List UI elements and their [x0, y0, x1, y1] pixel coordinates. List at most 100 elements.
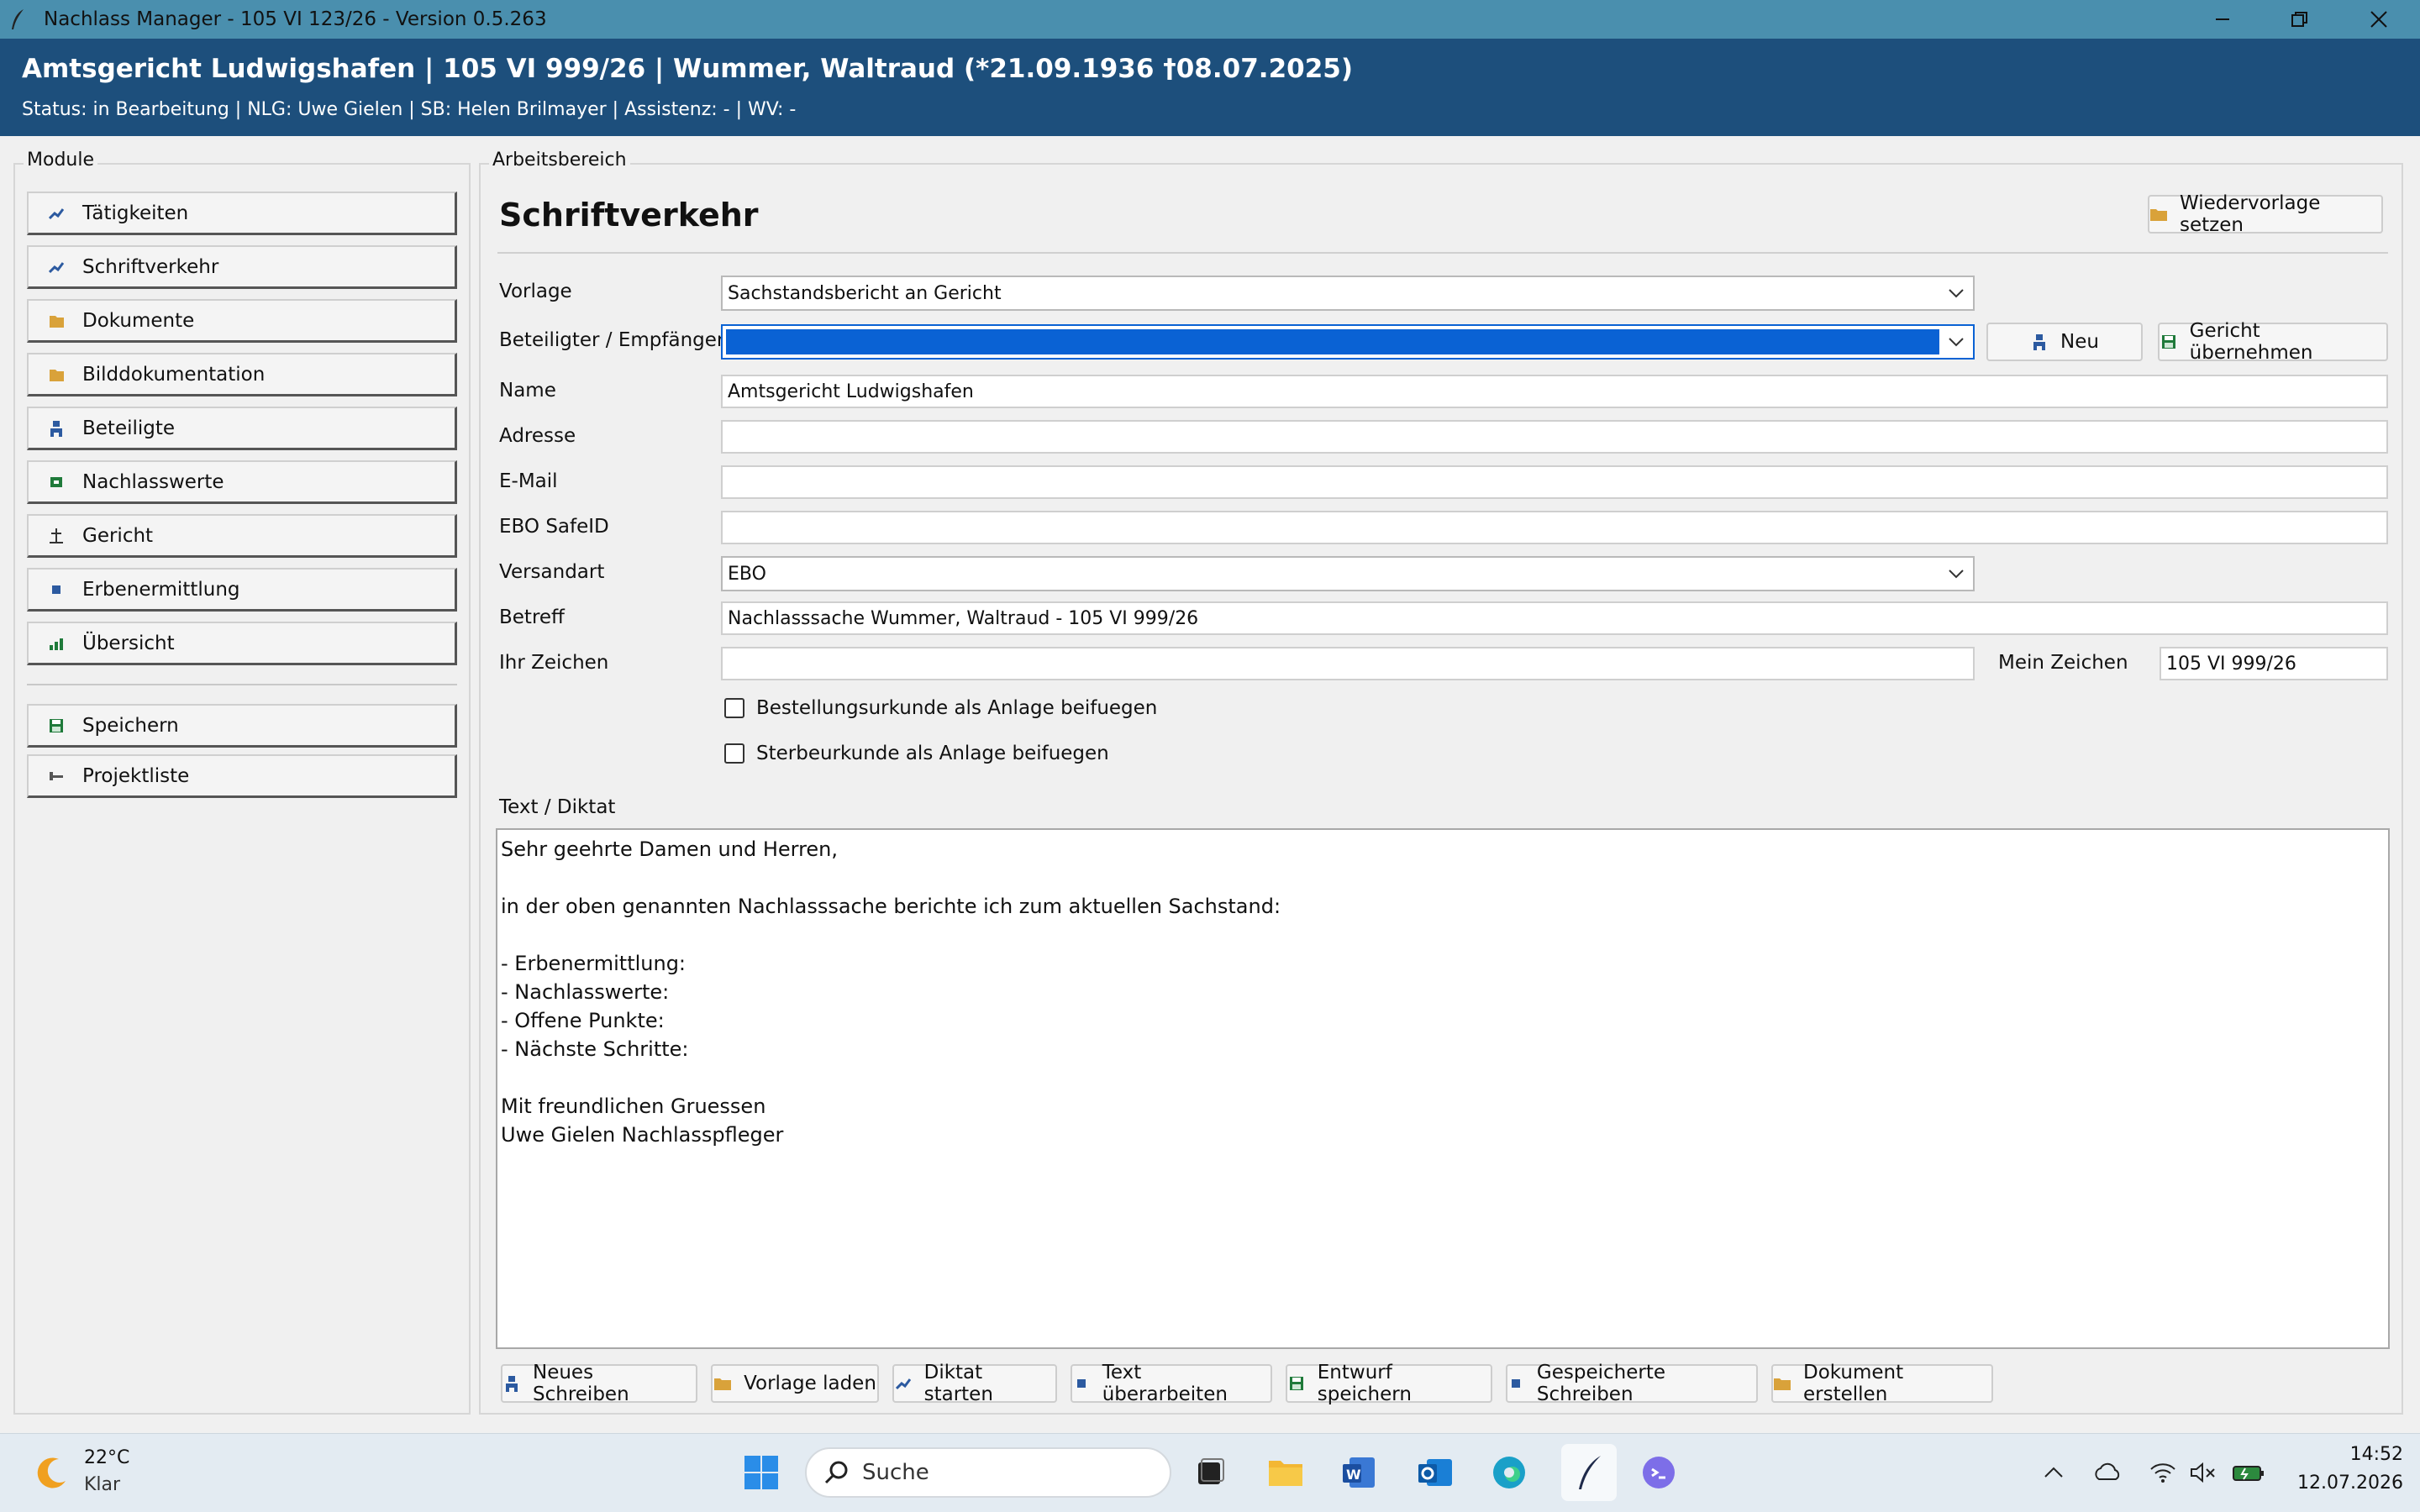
gespeicherte-schreiben-button[interactable]: Gespeicherte Schreiben [1506, 1362, 1758, 1405]
name-field[interactable]: Amtsgericht Ludwigshafen [721, 375, 2388, 408]
sidebar-item-label: Übersicht [82, 632, 175, 654]
checkbox-box[interactable] [724, 698, 744, 718]
title-divider [497, 252, 2388, 254]
bar-chart-icon [49, 636, 64, 651]
task-view-icon[interactable] [1190, 1452, 1230, 1493]
checkbox-box[interactable] [724, 743, 744, 764]
sidebar-item-erbenermittlung[interactable]: Erbenermittlung [27, 568, 457, 612]
entwurf-speichern-button[interactable]: Entwurf speichern [1286, 1362, 1492, 1405]
clock-time[interactable]: 14:52 [2302, 1444, 2403, 1465]
vorlage-laden-button[interactable]: Vorlage laden [711, 1364, 879, 1403]
sidebar-item-taetigkeiten[interactable]: Tätigkeiten [27, 192, 457, 235]
text-line: Mit freundlichen Gruessen [501, 1095, 766, 1118]
gericht-uebernehmen-button[interactable]: Gericht übernehmen [2158, 320, 2388, 364]
wiedervorlage-label: Wiedervorlage setzen [2180, 192, 2321, 236]
neues-schreiben-button[interactable]: Neues Schreiben [501, 1362, 697, 1405]
sidebar-item-uebersicht[interactable]: Übersicht [27, 622, 457, 665]
minimize-button[interactable] [2185, 0, 2260, 39]
maximize-button[interactable] [2262, 0, 2338, 39]
chevron-down-icon [1939, 558, 1973, 590]
restore-icon [2291, 12, 2307, 27]
folder-icon [1773, 1374, 1791, 1393]
text-line [501, 921, 2385, 949]
weather-temp[interactable]: 22°C [84, 1447, 129, 1468]
diktat-starten-button[interactable]: Diktat starten [892, 1362, 1057, 1405]
neu-button[interactable]: Neu [1986, 323, 2143, 361]
email-field[interactable] [721, 465, 2388, 499]
windows-start-icon[interactable] [741, 1452, 781, 1493]
empfaenger-selection [726, 329, 1939, 354]
wifi-icon[interactable] [2148, 1457, 2178, 1488]
sidebar-item-label: Tätigkeiten [82, 202, 189, 224]
text-ueberarbeiten-button[interactable]: Text überarbeiten [1071, 1362, 1272, 1405]
file-explorer-icon[interactable] [1265, 1452, 1306, 1493]
folder-icon [2149, 205, 2168, 223]
bestellungsurkunde-checkbox[interactable]: Bestellungsurkunde als Anlage beifuegen [724, 697, 1157, 719]
dokument-erstellen-button[interactable]: Dokument erstellen [1771, 1362, 1993, 1405]
mein-zeichen-field[interactable]: 105 VI 999/26 [2160, 647, 2388, 680]
sidebar-item-label: Schriftverkehr [82, 255, 219, 278]
anchor-icon [49, 528, 64, 543]
checkbox-label: Sterbeurkunde als Anlage beifuegen [756, 743, 1109, 764]
taskbar: 22°C Klar Suche W 14:52 12.07.2026 [0, 1433, 2420, 1512]
adresse-field[interactable] [721, 420, 2388, 454]
betreff-field[interactable]: Nachlasssache Wummer, Waltraud - 105 VI … [721, 601, 2388, 635]
taskbar-search[interactable]: Suche [805, 1447, 1171, 1498]
versandart-value: EBO [728, 563, 766, 585]
sidebar-item-schriftverkehr[interactable]: Schriftverkehr [27, 245, 457, 289]
close-icon [2370, 11, 2387, 28]
square-icon [1507, 1374, 1525, 1393]
moon-icon[interactable] [32, 1452, 72, 1493]
versandart-select[interactable]: EBO [721, 556, 1975, 591]
word-icon[interactable]: W [1339, 1452, 1380, 1493]
vorlage-select[interactable]: Sachstandsbericht an Gericht [721, 276, 1975, 311]
app-chat-icon[interactable] [1639, 1452, 1679, 1493]
save-button[interactable]: Speichern [27, 704, 457, 748]
sidebar-item-beteiligte[interactable]: Beteiligte [27, 407, 457, 450]
text-line: Uwe Gielen Nachlasspfleger [501, 1123, 784, 1147]
chart-line-icon [894, 1374, 913, 1393]
safeid-field[interactable] [721, 511, 2388, 544]
wiedervorlage-button[interactable]: Wiedervorlage setzen [2148, 192, 2383, 236]
chevron-up-icon[interactable] [2040, 1459, 2067, 1486]
empfaenger-label: Beteiligter / Empfänger [499, 329, 725, 351]
person-icon [49, 420, 64, 437]
diktat-textarea[interactable]: Sehr geehrte Damen und Herren, in der ob… [496, 828, 2390, 1349]
edge-icon[interactable] [1489, 1452, 1529, 1493]
folder-icon [49, 313, 64, 328]
project-list-button[interactable]: Projektliste [27, 754, 457, 798]
svg-text:W: W [1346, 1467, 1361, 1483]
nachlass-manager-taskbar-icon[interactable] [1561, 1444, 1617, 1501]
feather-icon [12, 9, 24, 29]
close-button[interactable] [2341, 0, 2417, 39]
outlook-icon[interactable] [1415, 1452, 1455, 1493]
window-titlebar: Nachlass Manager - 105 VI 123/26 - Versi… [0, 0, 2420, 39]
sidebar-item-bilddokumentation[interactable]: Bilddokumentation [27, 353, 457, 396]
weather-desc[interactable]: Klar [84, 1474, 120, 1495]
name-label: Name [499, 380, 556, 402]
button-label: Neues Schreiben [533, 1362, 629, 1405]
text-line: Sehr geehrte Damen und Herren, [501, 837, 839, 861]
text-line: - Nachlasswerte: [501, 980, 670, 1004]
save-label: Speichern [82, 714, 179, 737]
speaker-muted-icon[interactable] [2188, 1457, 2218, 1488]
sidebar-item-gericht[interactable]: Gericht [27, 514, 457, 558]
sterbeurkunde-checkbox[interactable]: Sterbeurkunde als Anlage beifuegen [724, 743, 1109, 764]
button-label: Dokument erstellen [1803, 1362, 1904, 1405]
sidebar-item-dokumente[interactable]: Dokumente [27, 299, 457, 343]
sidebar-item-nachlasswerte[interactable]: Nachlasswerte [27, 460, 457, 504]
ihr-zeichen-field[interactable] [721, 647, 1975, 680]
battery-icon[interactable] [2230, 1457, 2267, 1488]
text-line: - Nächste Schritte: [501, 1037, 689, 1061]
sidebar-item-label: Erbenermittlung [82, 578, 240, 601]
cloud-icon[interactable] [2091, 1459, 2124, 1486]
case-title: Amtsgericht Ludwigshafen | 105 VI 999/26… [22, 54, 1354, 84]
mein-zeichen-label: Mein Zeichen [1998, 652, 2128, 674]
money-icon [49, 475, 64, 490]
empfaenger-select[interactable] [721, 324, 1975, 360]
clock-date[interactable]: 12.07.2026 [2269, 1473, 2403, 1494]
sidebar-item-label: Beteiligte [82, 417, 176, 439]
chart-line-icon [49, 260, 64, 275]
case-status: Status: in Bearbeitung | NLG: Uwe Gielen… [22, 99, 797, 120]
button-label: Entwurf speichern [1317, 1362, 1412, 1405]
